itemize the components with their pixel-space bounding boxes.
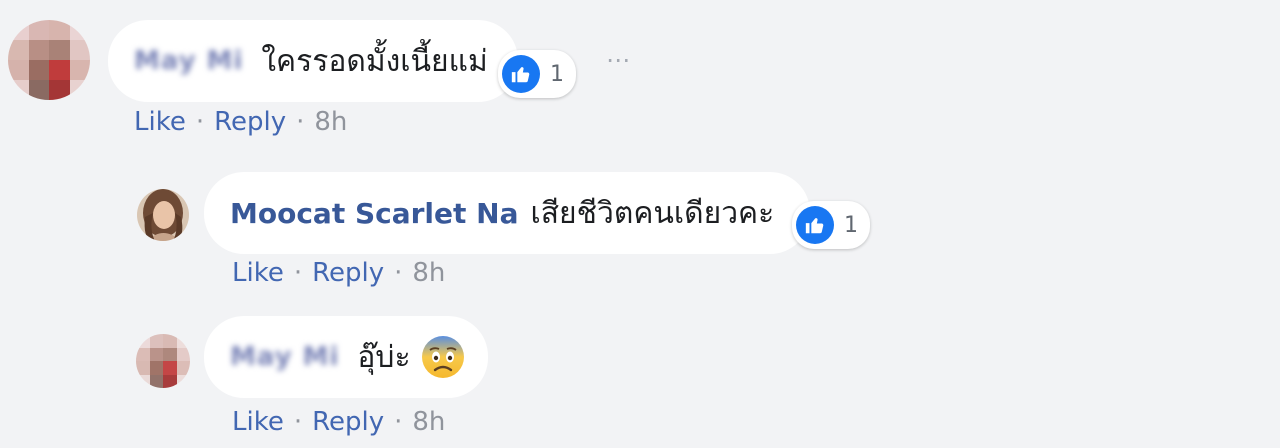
- timestamp[interactable]: 8h: [412, 407, 445, 437]
- profile-photo-image: [137, 189, 189, 241]
- separator-dot: ·: [394, 258, 403, 288]
- like-reaction-icon: [502, 55, 540, 93]
- reaction-summary[interactable]: 1: [498, 50, 576, 98]
- reaction-count: 1: [550, 61, 564, 87]
- avatar[interactable]: [8, 20, 90, 100]
- like-link[interactable]: Like: [232, 407, 284, 437]
- reply-link[interactable]: Reply: [312, 407, 384, 437]
- comment-actions: Like · Reply · 8h: [134, 107, 347, 137]
- more-options-icon[interactable]: ⋯: [606, 46, 632, 74]
- reply-link[interactable]: Reply: [214, 107, 286, 137]
- comment-bubble: May Mi อุ๊บ่ะ: [204, 316, 488, 398]
- comment-bubble: May Mi ใครรอดมั้งเนี้ยแม่: [108, 20, 518, 102]
- comment-actions: Like · Reply · 8h: [232, 258, 445, 288]
- fearful-face-icon: [421, 335, 465, 379]
- like-link[interactable]: Like: [232, 258, 284, 288]
- separator-dot: ·: [293, 258, 303, 288]
- separator-dot: ·: [293, 407, 303, 437]
- comment-actions: Like · Reply · 8h: [232, 407, 445, 437]
- like-reaction-icon: [796, 206, 834, 244]
- avatar[interactable]: [137, 189, 189, 241]
- comment-text: ใครรอดมั้งเนี้ยแม่: [261, 43, 488, 79]
- separator-dot: ·: [296, 107, 305, 137]
- timestamp[interactable]: 8h: [412, 258, 445, 288]
- comment-text: อุ๊บ่ะ: [357, 339, 411, 375]
- comment-author-name[interactable]: May Mi: [134, 46, 243, 76]
- separator-dot: ·: [394, 407, 403, 437]
- reaction-summary[interactable]: 1: [792, 201, 870, 249]
- blurred-avatar-image: [136, 334, 190, 388]
- timestamp[interactable]: 8h: [314, 107, 347, 137]
- avatar[interactable]: [136, 334, 190, 388]
- comment-author-name[interactable]: May Mi: [230, 342, 339, 372]
- comment-author-name[interactable]: Moocat Scarlet Na: [230, 197, 518, 230]
- comment-text: เสียชีวิตคนเดียวคะ: [530, 195, 775, 231]
- separator-dot: ·: [195, 107, 205, 137]
- reaction-count: 1: [844, 212, 858, 238]
- comment-bubble: Moocat Scarlet Na เสียชีวิตคนเดียวคะ: [204, 172, 810, 254]
- like-link[interactable]: Like: [134, 107, 186, 137]
- blurred-avatar-image: [8, 20, 90, 100]
- reply-link[interactable]: Reply: [312, 258, 384, 288]
